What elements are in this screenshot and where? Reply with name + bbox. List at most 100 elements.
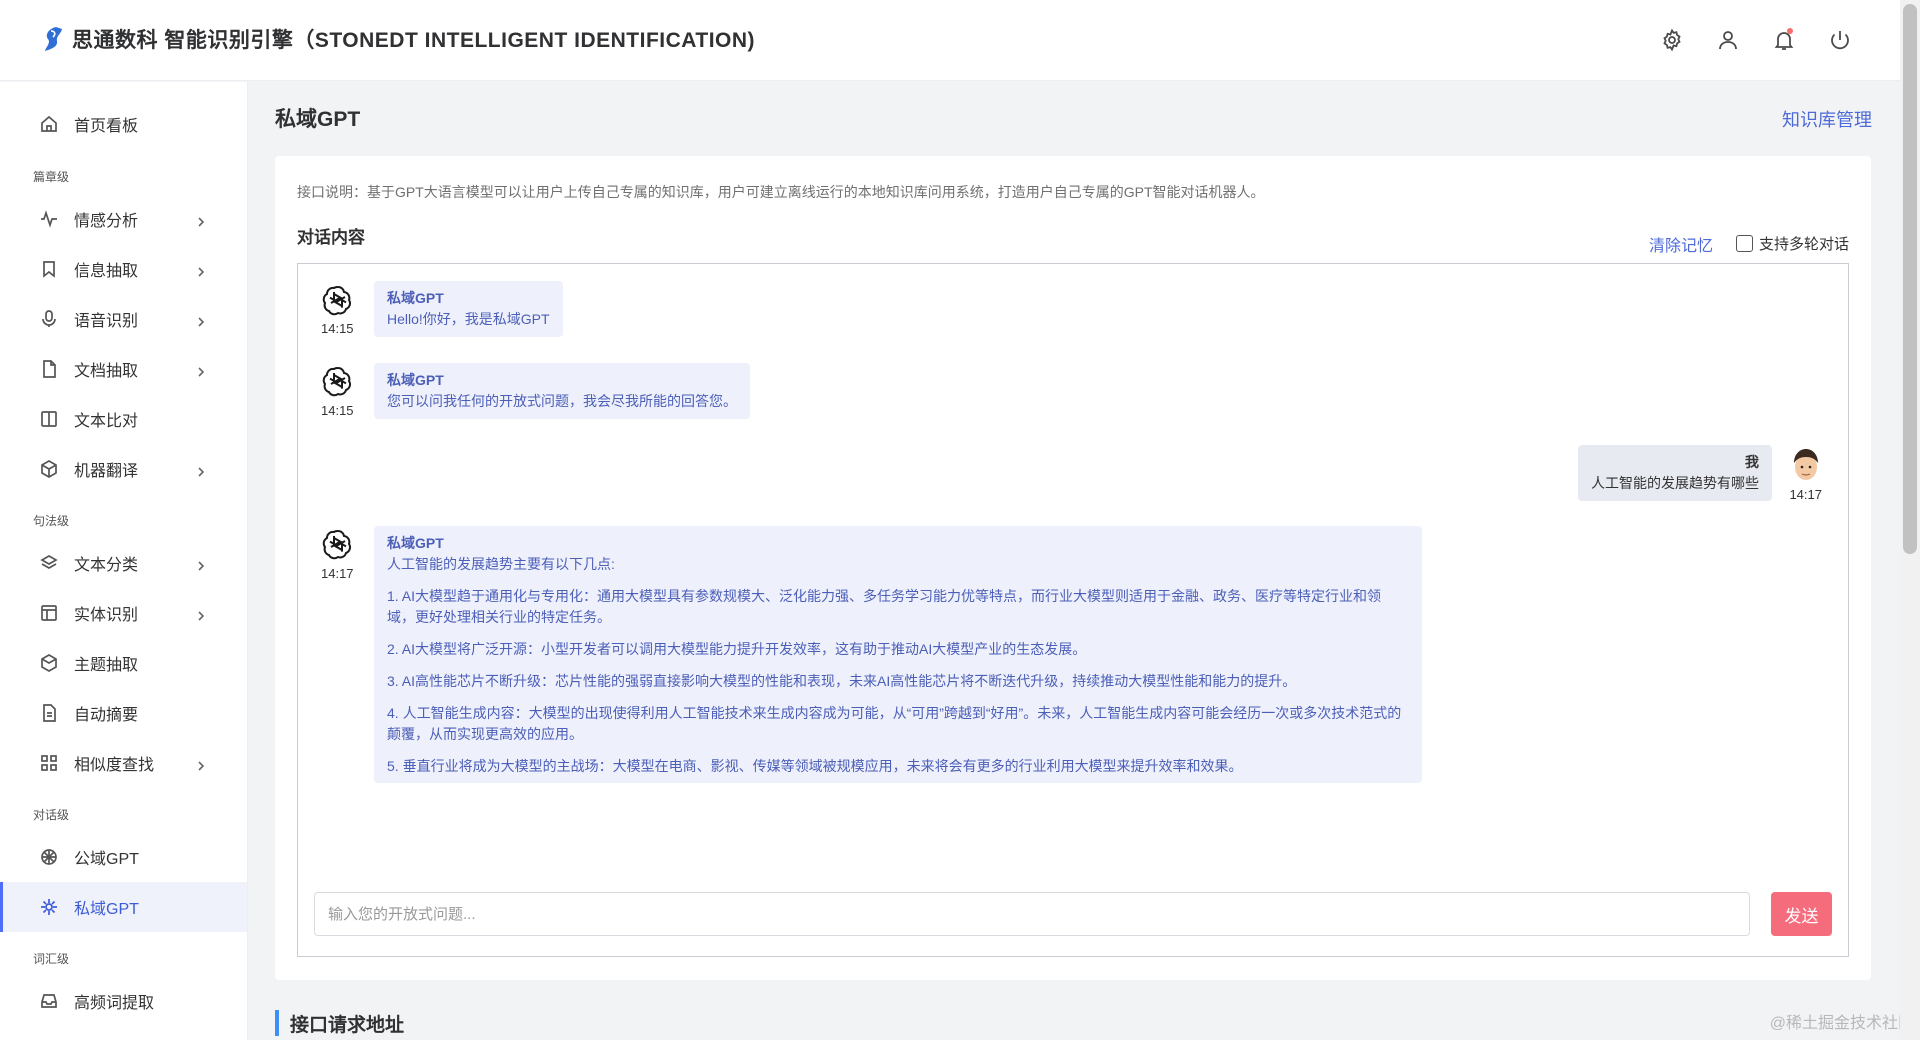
chevron-right-icon [196, 364, 206, 377]
sidebar-item-label: 公域GPT [74, 851, 139, 868]
power-icon[interactable] [1826, 26, 1854, 54]
box-icon [40, 654, 58, 672]
message-text: 人工智能的发展趋势有哪些 [1591, 475, 1759, 491]
gear-icon[interactable] [1658, 26, 1686, 54]
chevron-right-icon [196, 758, 206, 771]
sidebar-item-entity[interactable]: 实体识别 [0, 588, 247, 638]
document-icon [40, 704, 58, 722]
sidebar-item-keyword[interactable]: 高频词提取 [0, 976, 247, 1026]
sidebar-item-label: 信息抽取 [74, 263, 139, 280]
chevron-right-icon [196, 264, 206, 277]
sidebar-item-label: 实体识别 [74, 607, 139, 624]
message-time: 14:17 [1789, 487, 1822, 502]
message-paragraph: 人工智能的发展趋势主要有以下几点: [387, 556, 615, 572]
chevron-right-icon [196, 608, 206, 621]
cube-icon [40, 460, 58, 478]
logo-text: 思通数科 智能识别引擎（STONEDT INTELLIGENT IDENTIFI… [72, 29, 756, 52]
sidebar-item-sentiment[interactable]: 情感分析 [0, 194, 247, 244]
gpt-avatar-icon [321, 364, 355, 398]
scrollbar-thumb[interactable] [1903, 4, 1917, 554]
multi-turn-label: 支持多轮对话 [1758, 236, 1849, 253]
microphone-icon [40, 310, 58, 328]
chevron-right-icon [196, 214, 206, 227]
sidebar-item-label: 机器翻译 [74, 463, 139, 480]
multi-turn-checkbox[interactable] [1735, 235, 1753, 252]
chevron-right-icon [196, 464, 206, 477]
sidebar-item-label: 文本分类 [74, 557, 139, 574]
chevron-right-icon [196, 558, 206, 571]
sidebar-item-similarity[interactable]: 相似度查找 [0, 738, 247, 788]
sparkle-icon [40, 898, 58, 916]
api-description: 接口说明：基于GPT大语言模型可以让用户上传自己专属的知识库，用户可建立离线运行… [297, 184, 1265, 200]
notification-dot [1787, 28, 1793, 34]
message-paragraph: 4. 人工智能生成内容：大模型的出现使得利用人工智能技术来生成内容成为可能，从“… [387, 705, 1402, 742]
nav-group-label: 词汇级 [33, 952, 70, 966]
page-scrollbar[interactable] [1900, 0, 1920, 1040]
sidebar-item-label: 高频词提取 [74, 995, 155, 1012]
multi-turn-toggle[interactable]: 支持多轮对话 [1735, 233, 1849, 254]
nav-group-label: 篇章级 [33, 170, 70, 184]
sidebar-item-public-gpt[interactable]: 公域GPT [0, 832, 247, 882]
message-paragraph: 3. AI高性能芯片不断升级：芯片性能的强弱直接影响大模型的性能和表现，未来AI… [387, 673, 1297, 690]
layers-icon [40, 554, 58, 572]
conversation-title: 对话内容 [297, 228, 365, 247]
bookmark-icon [40, 260, 58, 278]
inbox-icon [40, 992, 58, 1010]
clear-memory-button[interactable]: 清除记忆 [1649, 232, 1713, 256]
chevron-right-icon [196, 314, 206, 327]
home-icon [40, 115, 58, 133]
sidebar-item-text-classify[interactable]: 文本分类 [0, 538, 247, 588]
sidebar-item-label: 文档抽取 [74, 363, 139, 380]
section-title: 接口请求地址 [290, 1015, 405, 1036]
message-text: Hello!你好，我是私域GPT [387, 311, 550, 327]
message-paragraph: 1. AI大模型趋于通用化与专用化：通用大模型具有参数规模大、泛化能力强、多任务… [387, 588, 1382, 625]
logo-icon [45, 27, 62, 51]
message-bubble: 私域GPT 人工智能的发展趋势主要有以下几点: 1. AI大模型趋于通用化与专用… [374, 526, 1422, 784]
sidebar-item-translate[interactable]: 机器翻译 [0, 444, 247, 494]
grid-icon [40, 754, 58, 772]
sidebar-item-info-extract[interactable]: 信息抽取 [0, 244, 247, 294]
message-sender: 私域GPT [387, 535, 444, 551]
sidebar-item-topic[interactable]: 主题抽取 [0, 638, 247, 688]
nav-group-label: 句法级 [33, 514, 70, 528]
sidebar-item-label: 首页看板 [74, 118, 139, 135]
send-button[interactable]: 发送 [1771, 892, 1832, 936]
user-avatar [1794, 449, 1818, 480]
pulse-icon [40, 210, 58, 228]
sidebar-item-doc-extract[interactable]: 文档抽取 [0, 344, 247, 394]
sidebar-item-label: 主题抽取 [74, 657, 139, 674]
columns-icon [40, 410, 58, 428]
section-accent-bar [275, 1010, 279, 1036]
sidebar-item-home[interactable]: 首页看板 [0, 99, 247, 149]
kb-manage-link[interactable]: 知识库管理 [1782, 106, 1872, 132]
watermark: @稀土掘金技术社区 [1769, 1015, 1914, 1032]
question-input[interactable] [314, 892, 1750, 936]
page-title: 私域GPT [275, 108, 361, 131]
sidebar-item-label: 私域GPT [74, 901, 139, 918]
message-sender: 私域GPT [387, 372, 444, 388]
message-paragraph: 5. 垂直行业将成为大模型的主战场：大模型在电商、影视、传媒等领域被规模应用，未… [387, 758, 1243, 775]
gpt-avatar-icon [321, 283, 355, 317]
gpt-avatar-icon [321, 527, 355, 561]
message-bubble: 私域GPT 您可以问我任何的开放式问题，我会尽我所能的回答您。 [374, 363, 750, 419]
sidebar-item-text-compare[interactable]: 文本比对 [0, 394, 247, 444]
sidebar-item-speech[interactable]: 语音识别 [0, 294, 247, 344]
sidebar-item-label: 相似度查找 [74, 757, 155, 774]
sidebar: 首页看板 篇章级 情感分析 信息抽取 语音识别 文档抽取 文本比对 机器翻译 句… [0, 82, 248, 1040]
chat-window: 14:15 私域GPT Hello!你好，我是私域GPT 14:15 私域GPT… [297, 263, 1849, 957]
sidebar-item-label: 自动摘要 [74, 707, 139, 724]
message-time: 14:15 [321, 321, 354, 336]
user-icon[interactable] [1714, 26, 1742, 54]
message-text: 您可以问我任何的开放式问题，我会尽我所能的回答您。 [387, 393, 737, 409]
bell-icon[interactable] [1770, 26, 1798, 54]
sidebar-item-summary[interactable]: 自动摘要 [0, 688, 247, 738]
chat-card: 接口说明：基于GPT大语言模型可以让用户上传自己专属的知识库，用户可建立离线运行… [275, 156, 1871, 980]
user-message-bubble: 我 人工智能的发展趋势有哪些 [1578, 445, 1772, 501]
logo[interactable]: 思通数科 智能识别引擎（STONEDT INTELLIGENT IDENTIFI… [42, 24, 755, 54]
openai-icon [40, 848, 58, 866]
message-bubble: 私域GPT Hello!你好，我是私域GPT [374, 281, 563, 337]
top-header: 思通数科 智能识别引擎（STONEDT INTELLIGENT IDENTIFI… [0, 0, 1900, 81]
sidebar-item-label: 文本比对 [74, 413, 139, 430]
sidebar-item-private-gpt[interactable]: 私域GPT [0, 882, 247, 932]
file-icon [40, 360, 58, 378]
